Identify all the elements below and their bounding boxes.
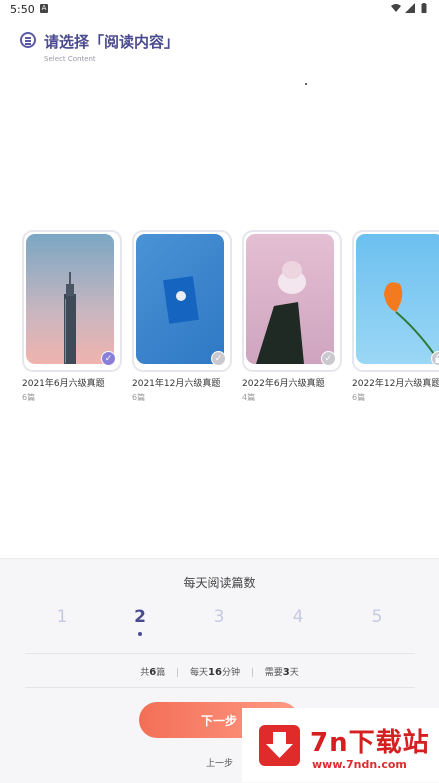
reading-stats: 共6篇 | 每天16分钟 | 需要3天	[0, 665, 439, 678]
site-watermark: 7n下载站 www.7ndn.com	[242, 708, 439, 782]
daily-value: 16	[208, 667, 222, 678]
number-option-2[interactable]: 2	[125, 607, 155, 627]
card-frame[interactable]	[352, 230, 439, 372]
watermark-url: www.7ndn.com	[312, 758, 407, 771]
card-title: 2022年12月六级真题	[352, 376, 439, 389]
divider	[25, 687, 415, 688]
card-title: 2022年6月六级真题	[242, 376, 338, 389]
download-arrow-icon	[259, 725, 300, 766]
card-image-skyscraper	[26, 234, 114, 364]
status-icons	[391, 3, 429, 13]
card-title: 2021年12月六级真题	[132, 376, 228, 389]
card-frame[interactable]: ✓	[132, 230, 232, 372]
selected-indicator	[138, 632, 142, 636]
divider	[25, 653, 415, 654]
card-count: 6篇	[22, 392, 118, 403]
card-image-blue-notebook	[136, 234, 224, 364]
card-count: 6篇	[352, 392, 439, 403]
lock-icon[interactable]	[431, 351, 439, 366]
card-image-hand-earbuds	[246, 234, 334, 364]
wifi-icon	[391, 3, 401, 13]
total-prefix: 共	[140, 668, 149, 678]
need-value: 3	[283, 667, 290, 678]
content-card[interactable]: ✓ 2022年6月六级真题 4篇	[242, 230, 338, 403]
check-icon[interactable]: ✓	[101, 351, 116, 366]
content-card[interactable]: 2022年12月六级真题 6篇	[352, 230, 439, 403]
watermark-title: 7n下载站	[310, 722, 430, 759]
page-subtitle: Select Content	[44, 55, 96, 63]
card-title: 2021年6月六级真题	[22, 376, 118, 389]
notification-a-icon: A	[40, 4, 48, 13]
number-option-5[interactable]: 5	[362, 607, 392, 627]
check-icon[interactable]: ✓	[321, 351, 336, 366]
stray-dot	[305, 83, 307, 85]
card-frame[interactable]: ✓	[22, 230, 122, 372]
panel-title: 每天阅读篇数	[0, 574, 439, 591]
page-title: 请选择「阅读内容」	[44, 31, 179, 52]
battery-icon	[419, 3, 429, 13]
need-unit: 天	[290, 668, 299, 678]
number-picker[interactable]: 1 2 3 4 5	[0, 607, 439, 637]
status-time: 5:50	[10, 3, 35, 16]
number-option-3[interactable]: 3	[204, 607, 234, 627]
signal-icon	[405, 3, 415, 13]
card-image-orange-flower	[356, 234, 439, 364]
card-count: 4篇	[242, 392, 338, 403]
daily-prefix: 每天	[190, 668, 208, 678]
content-card-list[interactable]: ✓ 2021年6月六级真题 6篇 ✓ 2021年12月六级真题 6篇	[22, 230, 439, 410]
total-unit: 篇	[156, 668, 165, 678]
menu-circle-icon[interactable]	[20, 32, 36, 48]
number-option-label: 2	[134, 607, 146, 627]
daily-unit: 分钟	[222, 668, 240, 678]
card-frame[interactable]: ✓	[242, 230, 342, 372]
need-prefix: 需要	[265, 668, 283, 678]
content-card[interactable]: ✓ 2021年6月六级真题 6篇	[22, 230, 118, 403]
number-option-1[interactable]: 1	[47, 607, 77, 627]
content-card[interactable]: ✓ 2021年12月六级真题 6篇	[132, 230, 228, 403]
check-icon[interactable]: ✓	[211, 351, 226, 366]
card-count: 6篇	[132, 392, 228, 403]
number-option-4[interactable]: 4	[283, 607, 313, 627]
status-bar: 5:50 A	[0, 0, 439, 20]
